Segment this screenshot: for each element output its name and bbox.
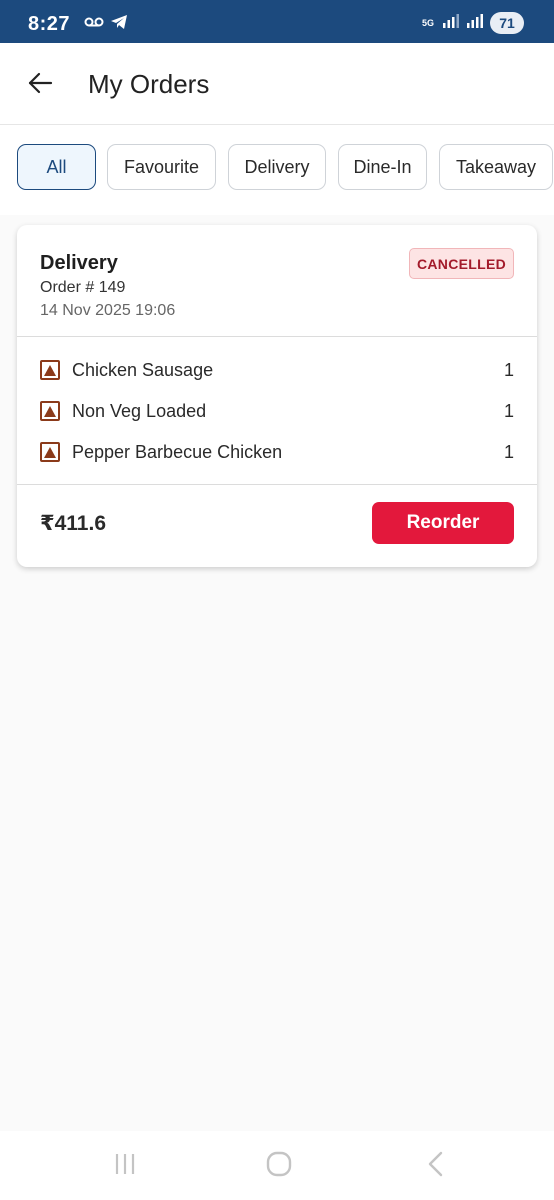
system-navigation-bar — [0, 1131, 554, 1200]
status-time: 8:27 — [28, 13, 71, 35]
voicemail-icon — [84, 14, 104, 35]
reorder-button[interactable]: Reorder — [372, 502, 514, 544]
filter-chip-favourite[interactable]: Favourite — [107, 144, 216, 190]
filter-chip-takeaway[interactable]: Takeaway — [439, 144, 553, 190]
item-name: Non Veg Loaded — [72, 400, 207, 421]
order-date: 14 Nov 2025 19:06 — [40, 302, 176, 319]
order-item: Chicken Sausage 1 — [40, 358, 514, 382]
order-filter-chips: All Favourite Delivery Dine-In Takeaway — [0, 125, 554, 215]
filter-chip-all[interactable]: All — [17, 144, 96, 190]
status-notification-icons — [84, 14, 128, 35]
chevron-left-icon — [424, 1150, 446, 1183]
status-badge: CANCELLED — [408, 248, 514, 279]
filter-chip-delivery[interactable]: Delivery — [228, 144, 326, 190]
non-veg-icon — [40, 401, 60, 421]
recent-apps-button[interactable] — [110, 1151, 140, 1181]
card-divider — [17, 484, 537, 485]
page-title: My Orders — [88, 69, 210, 99]
network-type-label: 5G — [421, 17, 434, 28]
filter-chip-dine-in[interactable]: Dine-In — [338, 144, 427, 190]
status-system-icons: 5G 71 — [420, 12, 524, 34]
order-total: ₹411.6 — [40, 512, 107, 535]
system-back-button[interactable] — [420, 1151, 450, 1181]
arrow-left-icon — [27, 72, 53, 99]
order-item: Pepper Barbecue Chicken 1 — [40, 440, 514, 464]
item-quantity: 1 — [503, 441, 514, 462]
home-button[interactable] — [264, 1151, 294, 1181]
battery-indicator: 71 — [490, 12, 524, 34]
signal-icon — [442, 13, 460, 34]
telegram-icon — [110, 14, 128, 35]
item-name: Pepper Barbecue Chicken — [72, 441, 283, 462]
non-veg-icon — [40, 360, 60, 380]
card-divider — [17, 336, 537, 337]
app-header: My Orders — [0, 43, 554, 125]
order-type: Delivery — [40, 252, 118, 274]
status-bar: 8:27 5G 71 — [0, 0, 554, 43]
home-icon — [265, 1150, 293, 1183]
order-number: Order # 149 — [40, 279, 126, 296]
item-name: Chicken Sausage — [72, 359, 214, 380]
order-card[interactable]: Delivery Order # 149 14 Nov 2025 19:06 C… — [17, 225, 537, 567]
item-quantity: 1 — [503, 359, 514, 380]
item-quantity: 1 — [503, 400, 514, 421]
non-veg-icon — [40, 442, 60, 462]
recents-icon — [112, 1151, 138, 1182]
back-button[interactable] — [20, 65, 60, 105]
order-item: Non Veg Loaded 1 — [40, 399, 514, 423]
signal-icon-2 — [466, 13, 484, 34]
